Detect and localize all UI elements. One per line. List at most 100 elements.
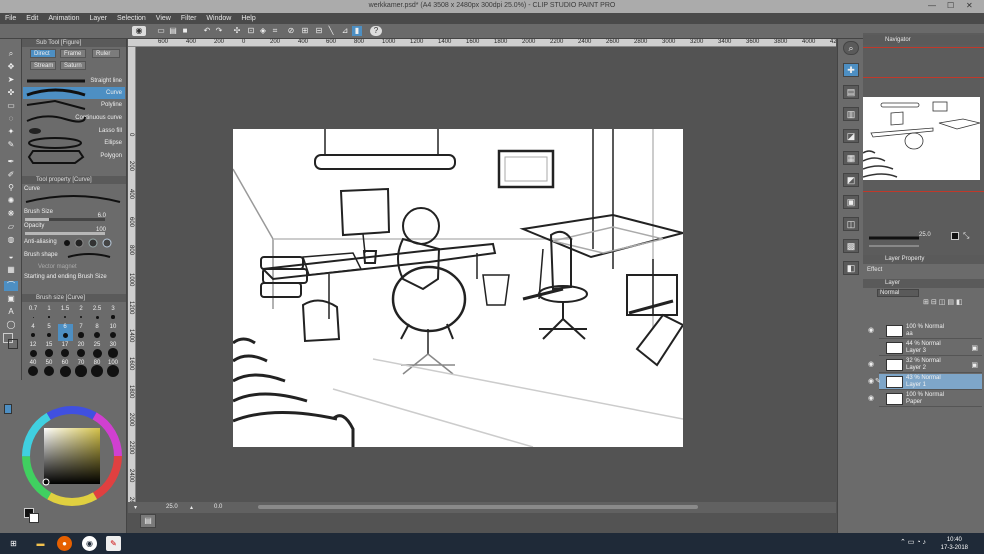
selection-tool-icon[interactable]: ▭ xyxy=(4,101,18,111)
brush-size-option[interactable]: 1 xyxy=(42,306,57,323)
navigator-thumbnail[interactable] xyxy=(863,97,980,180)
zoom-out-icon[interactable]: ▾ xyxy=(134,504,137,511)
tool-settings-icon[interactable]: ◧ xyxy=(843,261,859,275)
navigator-tab[interactable]: Navigator xyxy=(885,37,911,43)
layer-view-icon[interactable]: ▤ xyxy=(140,514,156,528)
tab-direct[interactable]: Direct xyxy=(30,49,56,58)
menu-edit[interactable]: Edit xyxy=(21,13,43,24)
swap-icon[interactable]: ⤡ xyxy=(963,231,969,241)
menu-file[interactable]: File xyxy=(0,13,21,24)
decoration-icon[interactable]: ❋ xyxy=(4,209,18,219)
antialiasing-options[interactable] xyxy=(62,238,118,248)
crop-icon[interactable]: ⊟ xyxy=(314,26,324,36)
snap-ruler-icon[interactable]: ⊿ xyxy=(340,26,350,36)
layer-row[interactable]: ◉ 100 % Normal Paper xyxy=(868,391,982,407)
fill-tool-icon[interactable]: ◒ xyxy=(4,252,18,262)
brush-size-option[interactable]: 80 xyxy=(90,360,105,377)
brush-size-option[interactable]: 17 xyxy=(58,342,73,359)
brush-shape-preview[interactable] xyxy=(66,251,112,260)
pen-icon[interactable]: ✒ xyxy=(4,157,18,167)
gradient-icon[interactable]: ▦ xyxy=(4,265,18,275)
file-explorer-icon[interactable]: ▬ xyxy=(33,536,48,551)
balloon-icon[interactable]: ◯ xyxy=(4,320,18,330)
brush-icon[interactable]: ⚲ xyxy=(4,183,18,193)
brush-size-option[interactable]: 15 xyxy=(42,342,57,359)
sub-color-chip[interactable] xyxy=(29,513,39,523)
brush-size-option[interactable]: 60 xyxy=(58,360,73,377)
stroke-size-value[interactable]: 25.0 xyxy=(919,232,931,238)
airbrush-icon[interactable]: ✺ xyxy=(4,196,18,206)
brush-size-option[interactable]: 8 xyxy=(90,324,105,341)
history-icon[interactable]: ▤ xyxy=(843,85,859,99)
transform-icon[interactable]: ⊡ xyxy=(246,26,256,36)
eye-icon[interactable]: ◉ xyxy=(867,360,875,368)
close-button[interactable]: ✕ xyxy=(966,1,973,10)
zoom-in-icon[interactable]: ▴ xyxy=(190,504,193,511)
tab-frame[interactable]: Frame xyxy=(60,49,86,58)
auto-action-icon[interactable]: ▣ xyxy=(843,195,859,209)
brush-size-option[interactable]: 1.5 xyxy=(58,306,73,323)
horizontal-scrollbar[interactable] xyxy=(258,505,698,509)
search-icon[interactable]: ⌕ xyxy=(843,41,859,55)
quick-access-icon[interactable]: ◩ xyxy=(843,173,859,187)
brush-size-option[interactable]: 100 xyxy=(106,360,121,377)
maximize-button[interactable]: ☐ xyxy=(947,1,954,10)
eye-icon[interactable]: ◉ xyxy=(132,26,146,36)
auto-select-icon[interactable]: ✦ xyxy=(4,127,18,137)
brush-size-option[interactable]: 2.5 xyxy=(90,306,105,323)
snap-grid-icon[interactable]: ▮ xyxy=(352,26,362,36)
pencil-icon[interactable]: ✐ xyxy=(4,170,18,180)
menu-animation[interactable]: Animation xyxy=(43,13,84,24)
deselect-icon[interactable]: ⊘ xyxy=(286,26,296,36)
starting-ending-label[interactable]: Starting and ending Brush Size xyxy=(24,271,124,284)
move-layer-icon[interactable]: ✜ xyxy=(4,88,18,98)
brush-size-option[interactable]: 0.7 xyxy=(26,306,41,323)
lock-icon[interactable]: ▣ xyxy=(971,344,978,352)
clear-icon[interactable]: ✣ xyxy=(232,26,242,36)
clock[interactable]: 10:40 17-3-2018 xyxy=(941,536,968,552)
lock-icon[interactable]: ▣ xyxy=(971,361,978,369)
brush-size-option[interactable]: 12 xyxy=(26,342,41,359)
tray-icons[interactable]: ⌃ ▭ ◔ ♪ xyxy=(900,538,926,546)
minimize-button[interactable]: — xyxy=(928,1,936,10)
save-icon[interactable]: ■ xyxy=(180,26,190,36)
layer-toolbar[interactable]: ⊞⊟◫▤◧ xyxy=(923,299,979,306)
tab-stream[interactable]: Stream xyxy=(30,61,56,70)
brush-size-option[interactable]: 20 xyxy=(74,342,89,359)
zoom-icon[interactable]: ⌕ xyxy=(4,49,18,59)
material-icon[interactable]: ✚ xyxy=(843,63,859,77)
brush-size-option[interactable]: 30 xyxy=(106,342,121,359)
operation-icon[interactable]: ➤ xyxy=(4,75,18,85)
firefox-icon[interactable]: ● xyxy=(57,536,72,551)
color-wheel[interactable] xyxy=(20,404,124,508)
eyedropper-icon[interactable]: ✎ xyxy=(4,140,18,150)
brush-size-option[interactable]: 40 xyxy=(26,360,41,377)
layer-property-tab[interactable]: Layer Property xyxy=(885,256,924,262)
redo-icon[interactable]: ↷ xyxy=(214,26,224,36)
brush-size-option[interactable]: 50 xyxy=(42,360,57,377)
brush-size-option[interactable]: 6 xyxy=(58,324,73,341)
frame-icon[interactable]: ▣ xyxy=(4,294,18,304)
blend-icon[interactable]: ◍ xyxy=(4,235,18,245)
item-bank-icon[interactable]: ◪ xyxy=(843,129,859,143)
menu-window[interactable]: Window xyxy=(201,13,236,24)
color-set-icon[interactable] xyxy=(4,404,12,414)
selection-icon[interactable]: ⌗ xyxy=(270,26,280,36)
snap-line-icon[interactable]: ╲ xyxy=(326,26,336,36)
fill-icon[interactable]: ◈ xyxy=(258,26,268,36)
brush-size-option[interactable]: 5 xyxy=(42,324,57,341)
sub-color-swatch[interactable] xyxy=(8,339,18,349)
lasso-icon[interactable]: ◌ xyxy=(4,114,18,124)
zoom-value[interactable]: 25.0 xyxy=(166,504,178,510)
layer-tab[interactable]: Layer xyxy=(885,280,900,286)
brush-size-option[interactable]: 7 xyxy=(74,324,89,341)
start-icon[interactable]: ⊞ xyxy=(6,536,21,551)
menu-selection[interactable]: Selection xyxy=(112,13,151,24)
open-file-icon[interactable]: ▤ xyxy=(168,26,178,36)
menu-help[interactable]: Help xyxy=(236,13,260,24)
brush-size-option[interactable]: 10 xyxy=(106,324,121,341)
layer-row[interactable]: ◉ 100 % Normal aa xyxy=(868,323,982,339)
layer-row-selected[interactable]: ◉ ✎ 43 % Normal Layer 1 xyxy=(868,374,982,390)
new-file-icon[interactable]: ▭ xyxy=(156,26,166,36)
undo-icon[interactable]: ↶ xyxy=(202,26,212,36)
